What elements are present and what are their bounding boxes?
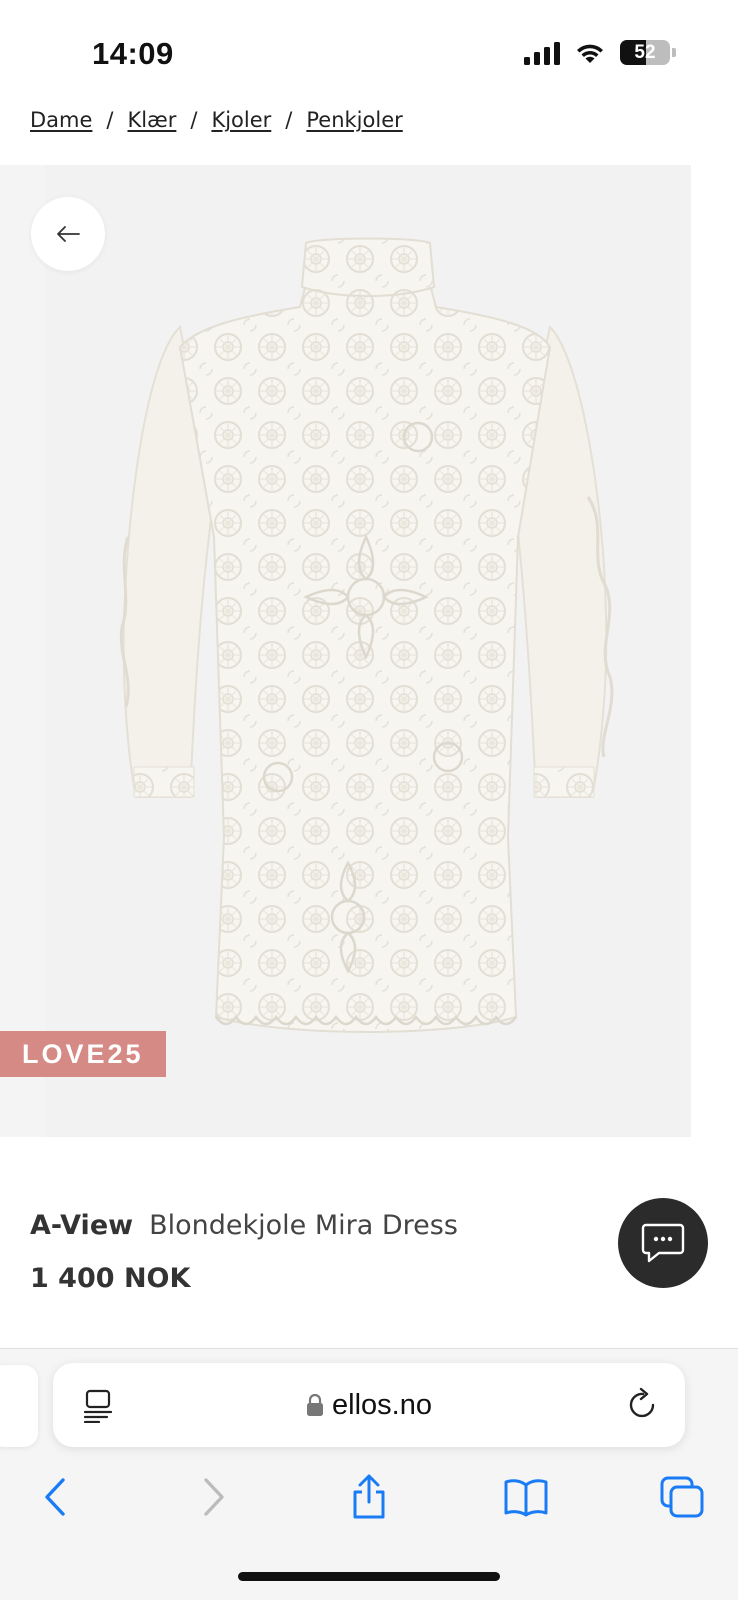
breadcrumb-item-klaer[interactable]: Klær <box>128 108 177 132</box>
browser-toolbar <box>0 1467 738 1527</box>
status-time: 14:09 <box>92 36 174 71</box>
breadcrumb-separator: / <box>106 108 114 132</box>
cellular-signal-icon <box>524 41 560 65</box>
next-image-peek <box>691 165 738 1137</box>
battery: 52 <box>620 40 670 65</box>
wifi-icon <box>577 44 603 63</box>
share-button[interactable] <box>339 1467 399 1527</box>
tabs-icon <box>660 1476 704 1518</box>
breadcrumb: Dame / Klær / Kjoler / Penkjoler <box>30 100 403 140</box>
url-text: ellos.no <box>332 1388 432 1421</box>
url-display[interactable]: ellos.no <box>53 1363 685 1447</box>
product-name: Blondekjole Mira Dress <box>149 1210 458 1241</box>
reload-icon[interactable] <box>627 1387 659 1421</box>
back-icon <box>45 1478 65 1516</box>
address-bar[interactable]: ellos.no <box>53 1363 685 1447</box>
breadcrumb-separator: / <box>190 108 198 132</box>
bookmarks-icon <box>504 1479 548 1517</box>
breadcrumb-item-dame[interactable]: Dame <box>30 108 92 132</box>
product-brand[interactable]: A-View <box>30 1210 133 1241</box>
arrow-left-icon <box>57 226 80 242</box>
home-indicator <box>238 1572 500 1581</box>
battery-icon: 52 <box>620 40 676 65</box>
forward-button[interactable] <box>184 1467 244 1527</box>
promo-code-badge: LOVE25 <box>0 1031 166 1077</box>
chat-button[interactable] <box>618 1198 708 1288</box>
previous-tab-peek[interactable] <box>0 1365 38 1447</box>
product-title: A-View Blondekjole Mira Dress <box>30 1210 458 1241</box>
forward-icon <box>204 1478 224 1516</box>
breadcrumb-separator: / <box>285 108 293 132</box>
battery-tip <box>672 48 676 57</box>
bookmarks-button[interactable] <box>496 1467 556 1527</box>
lock-icon <box>307 1393 324 1416</box>
product-image[interactable] <box>118 237 630 1057</box>
image-back-button[interactable] <box>31 197 105 271</box>
share-icon <box>353 1474 385 1519</box>
product-image-gallery[interactable]: LOVE25 <box>0 165 738 1137</box>
breadcrumb-item-penkjoler[interactable]: Penkjoler <box>306 108 402 132</box>
status-bar: 14:09 52 <box>0 0 738 100</box>
browser-bottom-bar: ellos.no <box>0 1348 738 1600</box>
product-price: 1 400 NOK <box>30 1263 191 1294</box>
chat-bubble-icon <box>641 1223 685 1263</box>
tabs-button[interactable] <box>652 1467 712 1527</box>
status-icons: 52 <box>524 40 676 65</box>
breadcrumb-item-kjoler[interactable]: Kjoler <box>211 108 271 132</box>
back-button[interactable] <box>25 1467 85 1527</box>
battery-percentage: 52 <box>634 41 656 63</box>
product-info: A-View Blondekjole Mira Dress 1 400 NOK <box>30 1210 458 1294</box>
